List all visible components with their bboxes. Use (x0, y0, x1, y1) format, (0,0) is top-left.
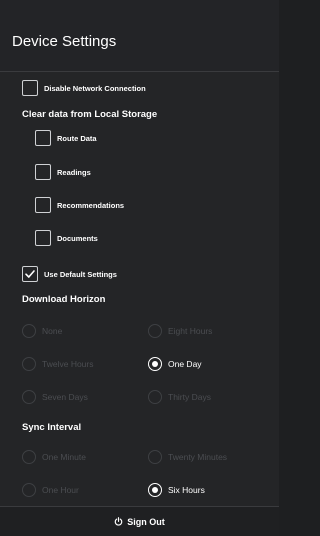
sign-out-button[interactable]: Sign Out (114, 517, 165, 527)
documents-checkbox[interactable] (35, 230, 51, 246)
radio-label: Eight Hours (168, 326, 213, 336)
radio-thirty-days[interactable]: Thirty Days (148, 390, 211, 404)
sync-interval-title: Sync Interval (22, 422, 82, 433)
radio-one-day[interactable]: One Day (148, 357, 202, 371)
radio-circle[interactable] (22, 450, 36, 464)
page-title: Device Settings (12, 33, 117, 50)
radio-label: Thirty Days (168, 392, 211, 402)
checkmark-icon (25, 270, 35, 278)
documents-label: Documents (57, 233, 98, 243)
radio-circle[interactable] (148, 324, 162, 338)
readings-checkbox[interactable] (35, 164, 51, 180)
radio-label: Twelve Hours (42, 359, 94, 369)
radio-label: One Day (168, 359, 202, 369)
download-horizon-title: Download Horizon (22, 294, 106, 305)
radio-six-hours[interactable]: Six Hours (148, 483, 205, 497)
route-data-row[interactable]: Route Data (35, 130, 97, 146)
readings-row[interactable]: Readings (35, 164, 91, 180)
readings-label: Readings (57, 167, 91, 177)
use-default-settings-label: Use Default Settings (44, 269, 117, 279)
recommendations-row[interactable]: Recommendations (35, 197, 124, 213)
storage-section-title: Clear data from Local Storage (22, 109, 158, 120)
recommendations-label: Recommendations (57, 200, 125, 210)
route-data-label: Route Data (57, 133, 97, 143)
radio-circle[interactable] (22, 390, 36, 404)
radio-circle[interactable] (148, 390, 162, 404)
radio-circle[interactable] (148, 483, 162, 497)
radio-label: Six Hours (168, 485, 205, 495)
footer: Sign Out (0, 506, 279, 536)
header: Device Settings (0, 0, 279, 72)
power-icon (114, 517, 123, 526)
sign-out-label: Sign Out (127, 516, 165, 527)
disable-network-row[interactable]: Disable Network Connection (22, 80, 146, 96)
use-default-settings-checkbox[interactable] (22, 266, 38, 282)
disable-network-checkbox[interactable] (22, 80, 38, 96)
recommendations-checkbox[interactable] (35, 197, 51, 213)
radio-label: Twenty Minutes (168, 452, 228, 462)
radio-circle[interactable] (148, 357, 162, 371)
radio-none[interactable]: None (22, 324, 62, 338)
radio-one-hour[interactable]: One Hour (22, 483, 79, 497)
radio-circle[interactable] (22, 324, 36, 338)
radio-twenty-minutes[interactable]: Twenty Minutes (148, 450, 227, 464)
radio-circle[interactable] (148, 450, 162, 464)
radio-twelve-hours[interactable]: Twelve Hours (22, 357, 94, 371)
radio-label: One Minute (42, 452, 86, 462)
radio-label: None (42, 326, 63, 336)
radio-circle[interactable] (22, 357, 36, 371)
radio-circle[interactable] (22, 483, 36, 497)
disable-network-label: Disable Network Connection (44, 83, 146, 93)
radio-eight-hours[interactable]: Eight Hours (148, 324, 212, 338)
use-default-settings-row[interactable]: Use Default Settings (22, 266, 117, 282)
device-settings-panel: Device Settings Disable Network Connecti… (0, 0, 279, 536)
radio-seven-days[interactable]: Seven Days (22, 390, 88, 404)
radio-label: One Hour (42, 485, 79, 495)
route-data-checkbox[interactable] (35, 130, 51, 146)
radio-one-minute[interactable]: One Minute (22, 450, 86, 464)
radio-label: Seven Days (42, 392, 88, 402)
documents-row[interactable]: Documents (35, 230, 98, 246)
